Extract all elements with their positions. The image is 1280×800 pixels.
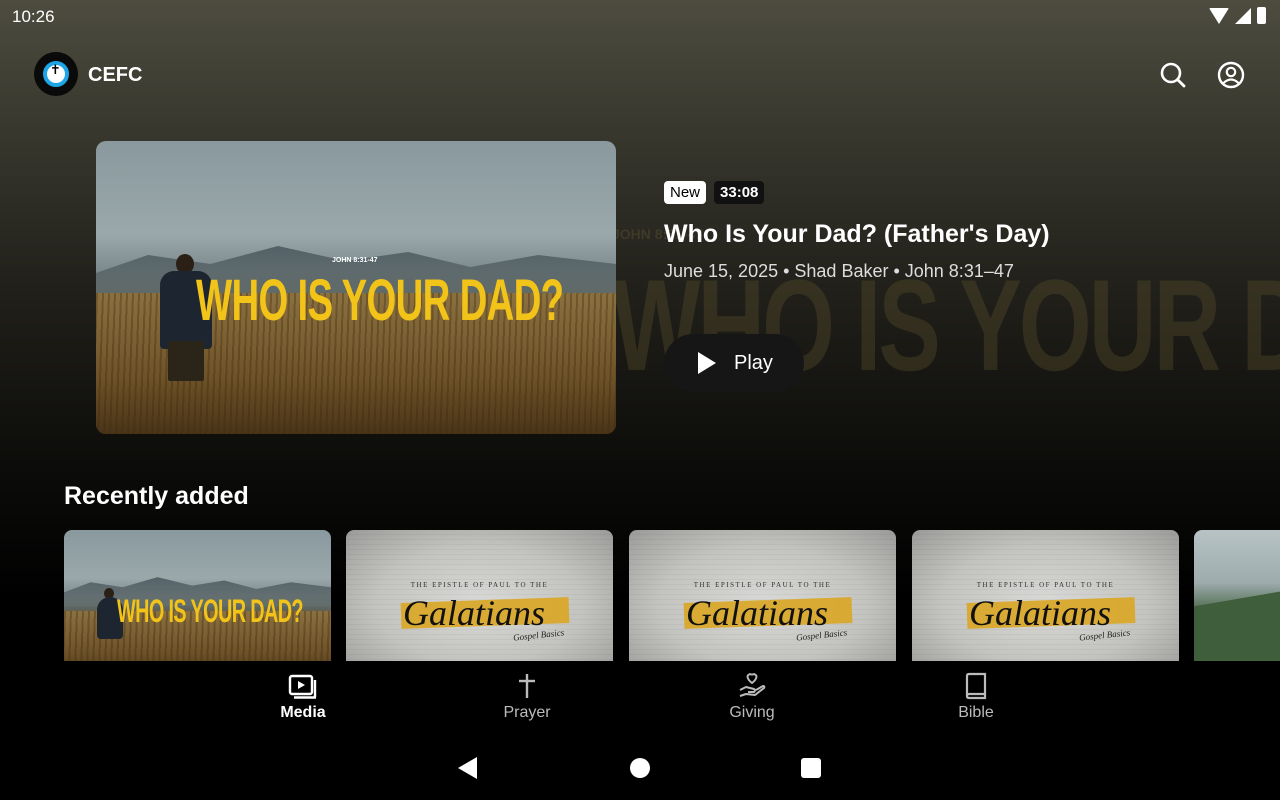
- media-icon: [288, 674, 317, 699]
- status-icons: [1209, 7, 1266, 24]
- book-icon: [965, 672, 987, 700]
- recently-added-row: WHO IS YOUR DAD? THE EPISTLE OF PAUL TO …: [64, 530, 1280, 661]
- thumbnail-scripture-ref: JOHN 8:31-47: [332, 257, 378, 264]
- status-time: 10:26: [12, 7, 55, 26]
- brand-name: CEFC: [88, 64, 143, 86]
- account-circle-icon: [1217, 61, 1245, 89]
- card-title: Galatians: [403, 593, 546, 633]
- nav-item-media[interactable]: Media: [243, 672, 363, 728]
- new-badge: New: [664, 181, 707, 204]
- mountain-landscape-image: [1194, 530, 1280, 661]
- sermon-meta: June 15, 2025 • Shad Baker • John 8:31–4…: [664, 261, 1014, 281]
- sermon-title: Who Is Your Dad? (Father's Day): [664, 220, 1050, 248]
- account-button[interactable]: [1216, 60, 1246, 90]
- nav-label: Prayer: [503, 704, 551, 721]
- search-icon: [1160, 62, 1186, 88]
- nav-label: Giving: [729, 704, 775, 721]
- cross-icon: [519, 674, 535, 698]
- duration-badge: 33:08: [714, 181, 765, 204]
- play-icon: [698, 352, 716, 374]
- search-button[interactable]: [1158, 60, 1188, 90]
- card-epistle-label: THE EPISTLE OF PAUL TO THE: [693, 581, 832, 589]
- card-title: WHO IS YOUR DAD?: [117, 593, 304, 629]
- back-button[interactable]: [458, 757, 477, 779]
- bottom-navigation: Media Prayer Giving Bible: [0, 662, 1280, 732]
- wifi-icon: [1209, 7, 1229, 24]
- card-title: Galatians: [686, 593, 829, 633]
- media-card[interactable]: THE EPISTLE OF PAUL TO THE Galatians Gos…: [912, 530, 1179, 661]
- media-card[interactable]: THE EPISTLE OF PAUL TO THE Galatians Gos…: [629, 530, 896, 661]
- card-title: Galatians: [969, 593, 1112, 633]
- recent-apps-button[interactable]: [801, 758, 821, 778]
- nav-item-prayer[interactable]: Prayer: [467, 672, 587, 728]
- play-label: Play: [734, 351, 773, 374]
- logo-cross-icon: [43, 61, 69, 87]
- featured-sermon-info: New 33:08 Who Is Your Dad? (Father's Day…: [664, 181, 1050, 282]
- status-bar: 10:26: [0, 0, 1280, 34]
- nav-item-giving[interactable]: Giving: [692, 672, 812, 728]
- recently-added-heading: Recently added: [64, 482, 249, 510]
- giving-hand-icon: [739, 673, 766, 697]
- app-bar: CEFC: [34, 52, 1246, 98]
- church-logo[interactable]: [34, 52, 78, 96]
- nav-item-bible[interactable]: Bible: [916, 672, 1036, 728]
- media-card[interactable]: THE EPISTLE OF PAUL TO THE Galatians Gos…: [346, 530, 613, 661]
- media-card[interactable]: WHO IS YOUR DAD?: [64, 530, 331, 661]
- cellular-signal-icon: [1235, 7, 1251, 24]
- card-epistle-label: THE EPISTLE OF PAUL TO THE: [976, 581, 1115, 589]
- thumbnail-title: WHO IS YOUR DAD?: [196, 268, 564, 333]
- nav-label: Bible: [958, 704, 994, 721]
- nav-label: Media: [280, 704, 326, 721]
- card-epistle-label: THE EPISTLE OF PAUL TO THE: [410, 581, 549, 589]
- media-card[interactable]: [1194, 530, 1280, 661]
- featured-sermon-thumbnail[interactable]: JOHN 8:31-47 WHO IS YOUR DAD?: [96, 141, 616, 434]
- battery-icon: [1257, 7, 1266, 24]
- system-navigation-bar: [0, 732, 1280, 800]
- home-button[interactable]: [630, 758, 650, 778]
- play-button[interactable]: Play: [664, 334, 804, 392]
